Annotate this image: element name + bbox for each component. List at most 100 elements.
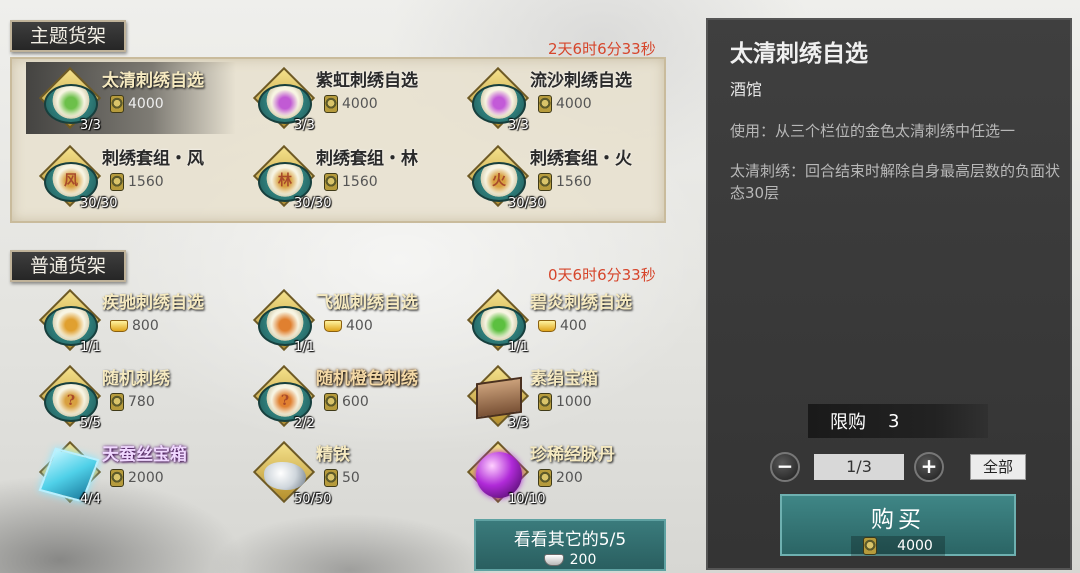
item-stock-count: 30/30 <box>294 196 332 211</box>
item-name: 紫虹刺绣自选 <box>316 71 418 91</box>
item-price-value: 400 <box>560 318 587 334</box>
coin-icon <box>110 173 124 191</box>
shop-item[interactable]: 3/3 紫虹刺绣自选 4000 <box>240 62 450 134</box>
embroidery-glyph <box>57 90 85 116</box>
item-stock-count: 2/2 <box>294 416 315 431</box>
item-name: 刺绣套组・林 <box>316 149 418 169</box>
item-stock-count: 3/3 <box>80 118 101 133</box>
item-name: 随机橙色刺绣 <box>316 369 418 389</box>
embroidery-glyph <box>485 90 513 116</box>
shop-item[interactable]: 3/3 流沙刺绣自选 4000 <box>454 62 664 134</box>
item-stock-count: 4/4 <box>80 492 101 507</box>
purchase-limit: 限购 3 <box>808 404 988 438</box>
quantity-stepper: − 1/3 + 全部 <box>770 452 1070 482</box>
item-icon: 50/50 <box>252 440 331 507</box>
item-price: 780 <box>110 392 155 412</box>
item-name: 珍稀经脉丹 <box>530 445 615 465</box>
item-icon: 3/3 <box>252 66 316 133</box>
item-name: 飞狐刺绣自选 <box>316 293 418 313</box>
item-price: 50 <box>324 468 360 488</box>
coin-icon <box>538 469 552 487</box>
shop-item[interactable]: 1/1 疾驰刺绣自选 800 <box>26 284 236 356</box>
purchase-limit-value: 3 <box>888 410 900 432</box>
item-price-value: 1560 <box>556 174 592 190</box>
coin-icon <box>110 393 124 411</box>
shop-item[interactable]: 10/10 珍稀经脉丹 200 <box>454 436 664 508</box>
item-price-value: 1560 <box>342 174 378 190</box>
shop-item[interactable]: 50/50 精铁 50 <box>240 436 450 508</box>
item-name: 随机刺绣 <box>102 369 170 389</box>
plus-icon: + <box>920 454 938 478</box>
shop-item[interactable]: 林 30/30 刺绣套组・林 1560 <box>240 140 450 212</box>
item-name: 碧炎刺绣自选 <box>530 293 632 313</box>
shop-item[interactable]: 火 30/30 刺绣套组・火 1560 <box>454 140 664 212</box>
shop-item[interactable]: 1/1 飞狐刺绣自选 400 <box>240 284 450 356</box>
item-price: 4000 <box>110 94 164 114</box>
item-price-value: 1000 <box>556 394 592 410</box>
item-icon: 10/10 <box>466 440 545 507</box>
item-name: 刺绣套组・风 <box>102 149 204 169</box>
normal-shelf-title: 普通货架 <box>30 255 107 277</box>
item-price: 800 <box>110 316 159 336</box>
item-stock-count: 10/10 <box>508 492 546 507</box>
shop-item[interactable]: 3/3 素绢宝箱 1000 <box>454 360 664 432</box>
item-price: 1560 <box>324 172 378 192</box>
shop-item[interactable]: ? 2/2 随机橙色刺绣 600 <box>240 360 450 432</box>
item-price: 1560 <box>110 172 164 192</box>
item-price: 200 <box>538 468 583 488</box>
embroidery-glyph: 火 <box>485 168 513 194</box>
item-icon: 3/3 <box>466 364 530 431</box>
item-price: 1000 <box>538 392 592 412</box>
item-price: 4000 <box>538 94 592 114</box>
quantity-field[interactable]: 1/3 <box>814 454 904 480</box>
item-price: 400 <box>324 316 373 336</box>
coin-icon <box>110 95 124 113</box>
detail-category: 酒馆 <box>730 80 763 99</box>
item-icon: 1/1 <box>466 288 530 355</box>
theme-shelf-title: 主题货架 <box>30 25 107 47</box>
item-name: 疾驰刺绣自选 <box>102 293 204 313</box>
item-price: 1560 <box>538 172 592 192</box>
see-others-button[interactable]: 看看其它的5/5 200 <box>474 519 666 571</box>
shop-item[interactable]: 1/1 碧炎刺绣自选 400 <box>454 284 664 356</box>
minus-button[interactable]: − <box>770 452 800 482</box>
item-price: 400 <box>538 316 587 336</box>
embroidery-glyph: 林 <box>271 168 299 194</box>
item-icon: 1/1 <box>38 288 102 355</box>
plus-button[interactable]: + <box>914 452 944 482</box>
item-icon: 1/1 <box>252 288 316 355</box>
shop-item[interactable]: 3/3 太清刺绣自选 4000 <box>26 62 236 134</box>
item-stock-count: 30/30 <box>508 196 546 211</box>
coin-icon <box>324 469 338 487</box>
see-others-cost: 200 <box>476 552 664 568</box>
theme-shelf-tag: 主题货架 <box>10 20 127 52</box>
all-button[interactable]: 全部 <box>970 454 1026 480</box>
embroidery-glyph <box>271 312 299 338</box>
item-price-value: 780 <box>128 394 155 410</box>
gold-ingot-icon <box>324 320 342 332</box>
see-others-price: 200 <box>569 552 597 568</box>
coin-icon <box>324 173 338 191</box>
gold-ingot-icon <box>538 320 556 332</box>
coin-icon <box>538 393 552 411</box>
item-price-value: 4000 <box>342 96 378 112</box>
item-name: 素绢宝箱 <box>530 369 598 389</box>
item-stock-count: 30/30 <box>80 196 118 211</box>
item-stock-count: 3/3 <box>294 118 315 133</box>
item-price-value: 600 <box>342 394 369 410</box>
item-icon: 林 30/30 <box>252 144 331 211</box>
see-others-label: 看看其它的5/5 <box>513 530 627 550</box>
item-price-value: 4000 <box>128 96 164 112</box>
shop-item[interactable]: ? 5/5 随机刺绣 780 <box>26 360 236 432</box>
item-price: 2000 <box>110 468 164 488</box>
item-icon: ? 2/2 <box>252 364 316 431</box>
buy-price: 4000 <box>897 538 933 554</box>
shop-item[interactable]: 风 30/30 刺绣套组・风 1560 <box>26 140 236 212</box>
item-price-value: 4000 <box>556 96 592 112</box>
item-price-value: 50 <box>342 470 360 486</box>
shop-item[interactable]: 4/4 天蚕丝宝箱 2000 <box>26 436 236 508</box>
embroidery-glyph <box>57 312 85 338</box>
item-stock-count: 50/50 <box>294 492 332 507</box>
buy-button[interactable]: 购买 4000 <box>780 494 1016 556</box>
item-stock-count: 1/1 <box>294 340 315 355</box>
